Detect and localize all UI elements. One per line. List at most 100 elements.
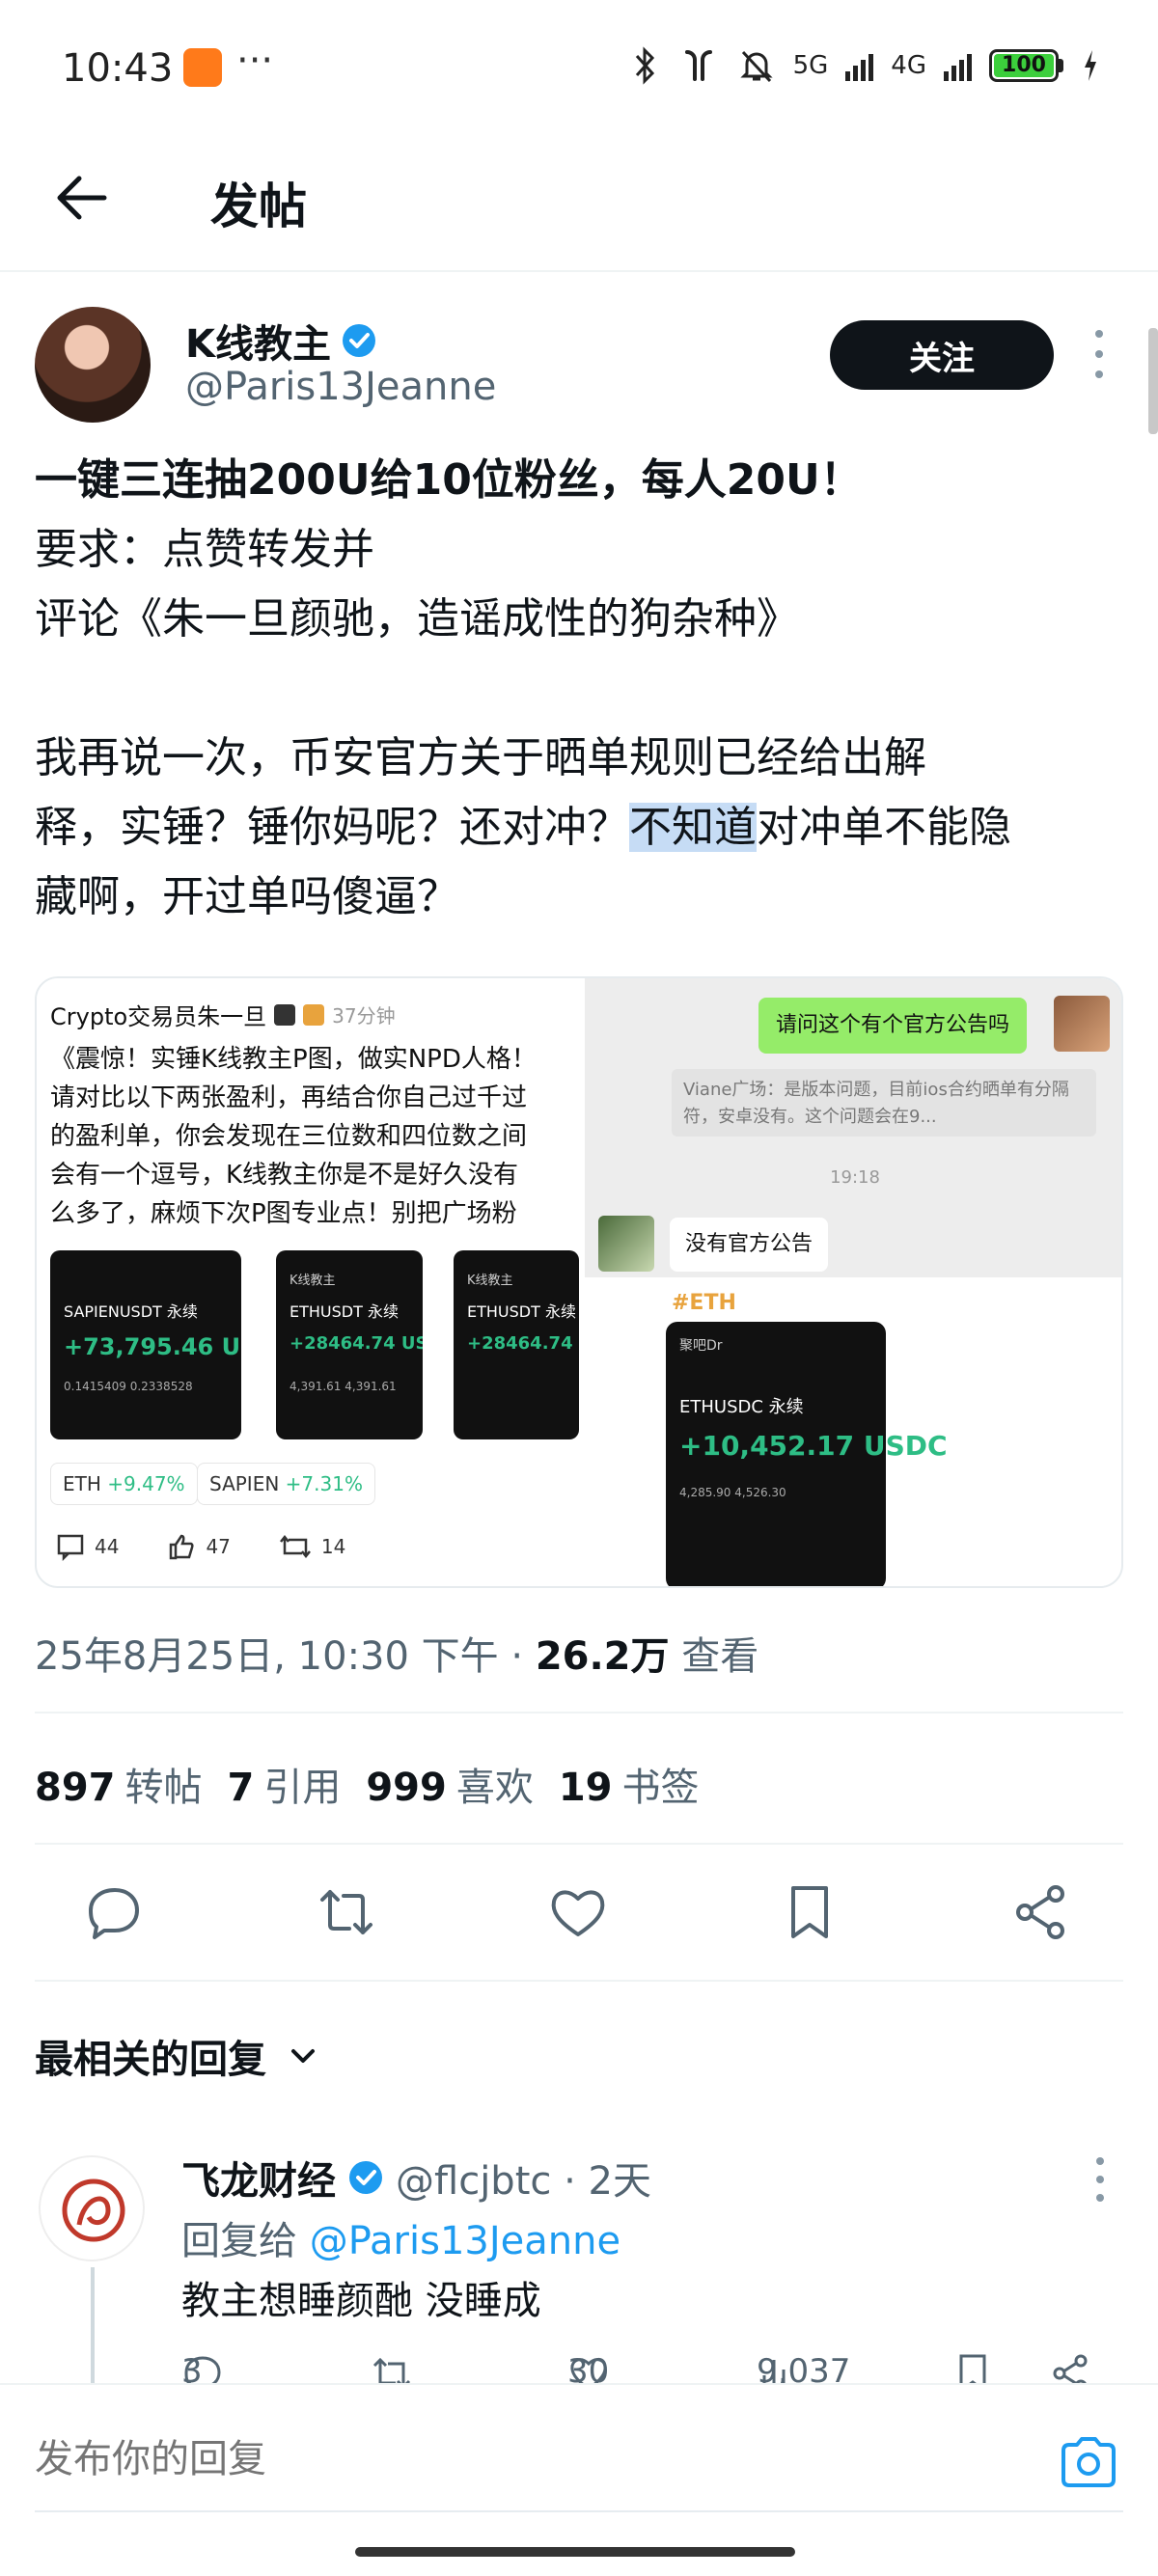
tag-name: SAPIEN	[209, 1472, 280, 1495]
thumbs-up-icon	[170, 1534, 195, 1560]
chat-bubble-received: 没有官方公告	[670, 1218, 829, 1272]
more-options-icon[interactable]	[1085, 330, 1114, 378]
post-line: 我再说一次，币安官方关于晒单规则已经给出解	[35, 733, 926, 782]
post-line: 藏啊，开过单吗傻逼？	[35, 872, 459, 921]
card-detail: 4,285.90 4,526.30	[679, 1486, 786, 1499]
pnl-card: SAPIENUSDT 永续 +73,795.46 USDT 0.1415409 …	[50, 1250, 241, 1439]
stat-number: 7	[227, 1766, 255, 1810]
like-heart-icon[interactable]	[548, 1882, 608, 1942]
stat-reposts[interactable]: 897 转帖	[35, 1756, 203, 1812]
verified-badge-icon	[343, 324, 375, 357]
post-datetime: 25年8月25日, 10:30 下午 ·	[35, 1634, 536, 1679]
reply-sort-dropdown[interactable]: 最相关的回复	[35, 2028, 320, 2084]
replying-to: 回复给 @Paris13Jeanne	[181, 2209, 620, 2265]
embedded-line: 《震惊！实锤K线教主P图，做实NPD人格！	[50, 1045, 537, 1074]
repost-icon[interactable]	[317, 1882, 376, 1942]
media-image-2[interactable]: 请问这个有个官方公告吗 Viane广场：是版本问题，目前ios合约晒单有分隔符，…	[585, 978, 1121, 1277]
stat-label: 书签	[621, 1766, 700, 1810]
embedded-line: 会有一个逗号，K线教主你是不是好久没有	[50, 1161, 519, 1190]
pnl-card: K线教主 ETHUSDT 永续 +28464.74 USDT 4,391.61 …	[276, 1250, 423, 1439]
media-image-3[interactable]: #ETH 聚吧Dr ETHUSDC 永续 +10,452.17 USDC 4,2…	[585, 1283, 1121, 1586]
post-media-grid: Crypto交易员朱一旦 37分钟 《震惊！实锤K线教主P图，做实NPD人格！ …	[35, 976, 1123, 1588]
media-image-1[interactable]: Crypto交易员朱一旦 37分钟 《震惊！实锤K线教主P图，做实NPD人格！ …	[37, 978, 579, 1586]
reply-composer	[0, 2383, 1158, 2576]
status-time: 10:43	[62, 46, 174, 91]
post-text: 一键三连抽200U给10位粉丝，每人20U！ 要求：点赞转发并 评论《朱一旦颜驰…	[35, 446, 1125, 932]
card-title: ETHUSDT 永续	[467, 1302, 576, 1321]
chevron-down-icon	[291, 2049, 315, 2063]
chat-quote: Viane广场：是版本问题，目前ios合约晒单有分隔符，安卓没有。这个问题会在9…	[672, 1069, 1096, 1137]
back-arrow-icon[interactable]	[48, 164, 116, 232]
coin-tag: ETH +9.47%	[50, 1463, 198, 1505]
signal-icon	[845, 50, 874, 81]
post-action-bar	[0, 1858, 1158, 1964]
follow-button[interactable]: 关注	[830, 320, 1054, 390]
author-name-row[interactable]: K线教主	[185, 313, 377, 369]
card-detail: 0.1415409 0.2338528	[64, 1380, 193, 1393]
mention-link[interactable]: @Paris13Jeanne	[310, 2219, 620, 2263]
post-text-segment: 释，实锤？锤你妈呢？还对冲？	[35, 803, 629, 852]
badge-icon	[274, 1003, 296, 1026]
comment-icon	[57, 1534, 84, 1561]
card-title: ETHUSDC 永续	[679, 1397, 804, 1417]
more-notifications-icon: ···	[236, 39, 274, 83]
camera-icon[interactable]	[1058, 2431, 1119, 2493]
dragon-logo-icon	[62, 2179, 125, 2242]
embedded-reposts: 14	[279, 1532, 345, 1561]
scrollbar[interactable]	[1148, 328, 1158, 434]
author-handle[interactable]: @Paris13Jeanne	[185, 365, 496, 409]
card-value: +28464.74 USD	[467, 1333, 579, 1354]
reply-icon[interactable]	[85, 1882, 145, 1942]
app-notification-icon	[183, 48, 222, 87]
chat-avatar	[1054, 996, 1110, 1052]
tag-pct: +9.47%	[107, 1472, 185, 1495]
stat-label: 引用	[263, 1766, 342, 1810]
reply-handle-time[interactable]: @flcjbtc · 2天	[396, 2150, 651, 2206]
home-indicator[interactable]	[355, 2547, 795, 2557]
engagement-stats: 897 转帖 7 引用 999 喜欢 19 书签	[35, 1756, 700, 1812]
chat-avatar	[598, 1216, 654, 1272]
status-bar: 10:43 ··· 5G 4G 100	[0, 0, 1158, 135]
tag-pct: +7.31%	[285, 1472, 363, 1495]
stat-quotes[interactable]: 7 引用	[228, 1756, 342, 1812]
author-avatar[interactable]	[35, 307, 151, 423]
reply-input[interactable]	[35, 2437, 903, 2481]
post-text-segment: 对冲单不能隐	[757, 803, 1011, 852]
author-name[interactable]: K线教主	[185, 313, 331, 369]
verified-badge-icon	[349, 2161, 382, 2194]
post-timestamp: 25年8月25日, 10:30 下午 · 26.2万 查看	[35, 1625, 758, 1681]
battery-icon: 100	[989, 49, 1063, 82]
embedded-text: 《震惊！实锤K线教主P图，做实NPD人格！ 请对比以下两张盈利，再结合你自己过千…	[50, 1040, 579, 1233]
stat-number: 19	[558, 1766, 613, 1810]
divider	[35, 1843, 1123, 1845]
count: 14	[320, 1535, 346, 1558]
card-value: +10,452.17 USDC	[679, 1430, 948, 1462]
embedded-line: 请对比以下两张盈利，再结合你自己过千过	[50, 1083, 528, 1112]
signal-icon-2	[944, 50, 972, 81]
share-icon[interactable]	[1011, 1882, 1071, 1942]
card-brand: K线教主	[290, 1274, 336, 1288]
tag-name: ETH	[63, 1472, 101, 1495]
stat-number: 897	[35, 1766, 116, 1810]
reply-more-icon[interactable]	[1096, 2157, 1106, 2202]
stat-likes[interactable]: 999 喜欢	[366, 1756, 534, 1812]
embedded-line: 么多了，麻烦下次P图专业点！别把广场粉	[50, 1199, 517, 1228]
top-app-bar: 发帖	[0, 135, 1158, 272]
card-title: SAPIENUSDT 永续	[64, 1302, 198, 1321]
stat-number: 999	[366, 1766, 447, 1810]
chat-bubble-sent: 请问这个有个官方公告吗	[758, 998, 1028, 1054]
mute-icon	[739, 50, 773, 83]
reply-author-name[interactable]: 飞龙财经	[181, 2150, 336, 2206]
stat-bookmarks[interactable]: 19 书签	[559, 1756, 700, 1812]
status-icons: 5G 4G 100	[631, 46, 1100, 85]
highlighted-text[interactable]: 不知道	[629, 803, 757, 852]
card-brand: K线教主	[467, 1274, 513, 1288]
badge-icon-2	[303, 1003, 325, 1026]
stat-label: 转帖	[124, 1766, 203, 1810]
bookmark-icon[interactable]	[780, 1882, 840, 1942]
reply-avatar[interactable]	[39, 2155, 145, 2261]
card-detail: 4,391.61 4,391.61	[290, 1380, 397, 1393]
card-brand: 聚吧Dr	[679, 1338, 723, 1354]
pnl-card: 聚吧Dr ETHUSDC 永续 +10,452.17 USDC 4,285.90…	[666, 1322, 948, 1586]
